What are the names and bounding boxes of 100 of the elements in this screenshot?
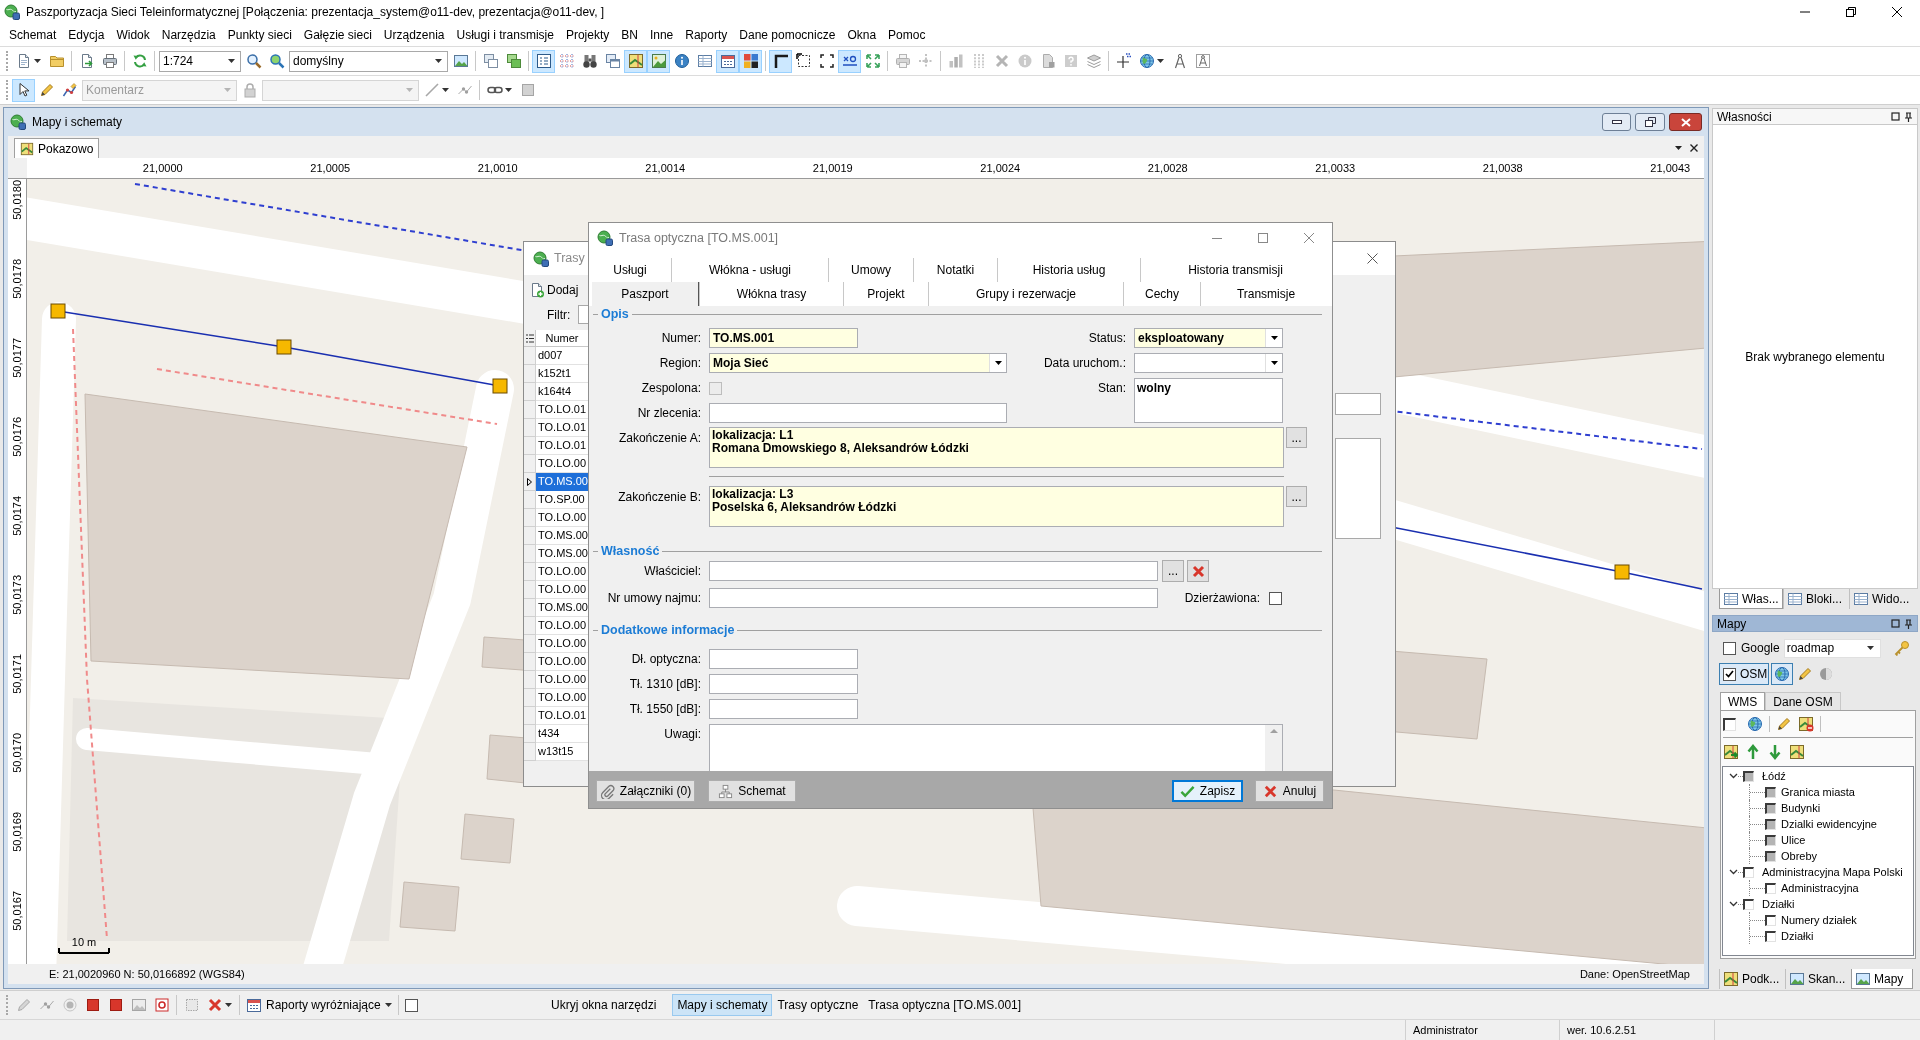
menu-item[interactable]: Projekty xyxy=(559,24,616,46)
checkbox[interactable] xyxy=(1269,591,1282,605)
tree-item[interactable]: Administracyjna xyxy=(1781,879,1859,897)
checkbox[interactable] xyxy=(1765,914,1776,926)
browse-button[interactable]: ... xyxy=(1286,427,1307,448)
node-marker-icon[interactable] xyxy=(276,339,292,355)
map-icon[interactable] xyxy=(1789,744,1805,760)
picture-button[interactable] xyxy=(647,49,670,73)
disc-icon[interactable] xyxy=(1819,667,1833,681)
region-dropdown[interactable]: Moja Sieć xyxy=(709,353,1007,373)
attenuation-field[interactable] xyxy=(709,699,858,719)
map-button[interactable] xyxy=(624,49,647,73)
table-cell[interactable]: TO.LO.00 xyxy=(536,689,588,707)
tab[interactable]: Włas... xyxy=(1719,589,1783,609)
checkbox[interactable] xyxy=(1743,866,1754,878)
close-icon[interactable] xyxy=(1690,144,1698,152)
menu-item[interactable]: Usługi i transmisje xyxy=(450,24,560,46)
close-button[interactable] xyxy=(1669,113,1702,131)
table-cell[interactable]: d007 xyxy=(536,347,588,365)
tab[interactable]: Wido... xyxy=(1849,589,1913,609)
table-cell[interactable]: w13t15 xyxy=(536,743,588,761)
tab[interactable]: Paszport xyxy=(592,282,699,306)
menu-item[interactable]: Urządzenia xyxy=(377,24,451,46)
browse-button[interactable]: ... xyxy=(1162,560,1184,582)
dialog-button[interactable]: Anuluj xyxy=(1255,780,1324,802)
hide-tools-button[interactable]: Ukryj okna narzędzi xyxy=(545,994,663,1016)
tab[interactable]: Skan... xyxy=(1785,969,1851,989)
table-cell[interactable]: TO.LO.01 xyxy=(536,437,588,455)
menu-item[interactable]: Inne xyxy=(643,24,680,46)
dialog-button[interactable]: Załączniki (0) xyxy=(596,780,695,802)
node-marker-icon[interactable] xyxy=(492,378,508,394)
add-button[interactable]: Dodaj xyxy=(527,280,581,300)
menu-item[interactable]: Narzędzia xyxy=(155,24,222,46)
table-cell[interactable]: TO.LO.00 xyxy=(536,617,588,635)
checkbox[interactable] xyxy=(1723,717,1736,731)
length-field[interactable] xyxy=(709,649,858,669)
attenuation-field[interactable] xyxy=(709,674,858,694)
reports-button[interactable]: Raporty wyróżniające xyxy=(243,994,395,1016)
color-grid-button[interactable] xyxy=(739,49,762,73)
checkbox[interactable] xyxy=(404,998,418,1012)
menu-item[interactable]: Edycja xyxy=(62,24,111,46)
tree-item[interactable]: Numery działek xyxy=(1781,911,1857,929)
endpoint-text-area[interactable]: lokalizacja: L1 Romana Dmowskiego 8, Aleksandrów Łódzki xyxy=(709,427,1284,468)
menu-item[interactable]: Widok xyxy=(110,24,156,46)
table-cell[interactable]: TO.LO.00 xyxy=(536,563,588,581)
table-cell[interactable]: TO.LO.01 xyxy=(536,707,588,725)
tree-item[interactable]: Administracyjna Mapa Polski xyxy=(1762,863,1903,881)
date-dropdown[interactable] xyxy=(1134,353,1283,373)
table-cell[interactable]: TO.MS.00 xyxy=(536,545,588,563)
tab[interactable]: Dane OSM xyxy=(1765,692,1841,710)
column-header[interactable]: Numer xyxy=(536,330,588,347)
checkbox[interactable] xyxy=(1743,898,1754,910)
table-cell[interactable]: TO.MS.00 xyxy=(536,599,588,617)
node-marker-icon[interactable] xyxy=(1614,564,1630,580)
tab[interactable]: Pokazowo xyxy=(14,138,100,158)
square-icon[interactable] xyxy=(1891,619,1900,628)
clear-button[interactable] xyxy=(1187,560,1209,582)
menu-item[interactable]: BN xyxy=(615,24,644,46)
table-cell[interactable]: TO.SP.00 xyxy=(536,491,588,509)
table-cell[interactable]: k152t1 xyxy=(536,365,588,383)
number-field[interactable]: TO.MS.001 xyxy=(709,328,858,348)
dropdown[interactable]: 1:724 xyxy=(159,50,241,72)
key-icon[interactable] xyxy=(1894,640,1910,656)
map-minus-icon[interactable] xyxy=(1798,716,1814,732)
globe-button[interactable] xyxy=(1771,663,1793,685)
status-dropdown[interactable]: eksploatowany xyxy=(1134,328,1283,348)
pin-icon[interactable] xyxy=(1904,618,1913,629)
owner-field[interactable] xyxy=(709,561,1158,581)
pencil-icon[interactable] xyxy=(1776,716,1792,732)
tree-item[interactable]: Działki xyxy=(1781,927,1814,945)
checkbox[interactable] xyxy=(1723,667,1736,681)
node-marker-icon[interactable] xyxy=(50,303,66,319)
osm-toggle[interactable]: OSM xyxy=(1719,663,1769,685)
notes-text-area[interactable] xyxy=(709,724,1283,771)
checkbox[interactable] xyxy=(1765,930,1776,942)
scroll-up-icon[interactable] xyxy=(1269,729,1278,733)
tree-item[interactable]: Działki xyxy=(1762,895,1795,913)
square-icon[interactable] xyxy=(1891,112,1900,121)
symbols-underline-button[interactable] xyxy=(838,49,861,73)
window-tab[interactable]: Mapy i schematy xyxy=(672,994,773,1016)
caret-icon[interactable] xyxy=(1675,146,1682,150)
corner-button[interactable] xyxy=(769,49,792,73)
row-header[interactable] xyxy=(524,473,536,491)
calendar-button[interactable] xyxy=(716,49,739,73)
tab[interactable]: WMS xyxy=(1720,692,1766,710)
dropdown[interactable]: domyślny xyxy=(289,50,448,72)
menu-item[interactable]: Pomoc xyxy=(882,24,932,46)
pencil-icon[interactable] xyxy=(1797,666,1813,682)
tab[interactable]: Bloki... xyxy=(1783,589,1849,609)
chevron-down-icon[interactable] xyxy=(1729,869,1738,875)
menu-item[interactable]: Gałęzie sieci xyxy=(297,24,378,46)
menu-item[interactable]: Schemat xyxy=(3,24,63,46)
state-text-area[interactable]: wolny xyxy=(1134,378,1283,423)
order-number-field[interactable] xyxy=(709,403,1007,423)
checkbox[interactable] xyxy=(1723,641,1736,655)
filter-field[interactable] xyxy=(578,305,588,324)
menu-item[interactable]: Raporty xyxy=(679,24,734,46)
table-cell[interactable]: TO.LO.00 xyxy=(536,653,588,671)
endpoint-text-area[interactable]: lokalizacja: L3 Poselska 6, Aleksandrów Łódzki xyxy=(709,486,1284,527)
table-cell[interactable]: TO.LO.01 xyxy=(536,419,588,437)
